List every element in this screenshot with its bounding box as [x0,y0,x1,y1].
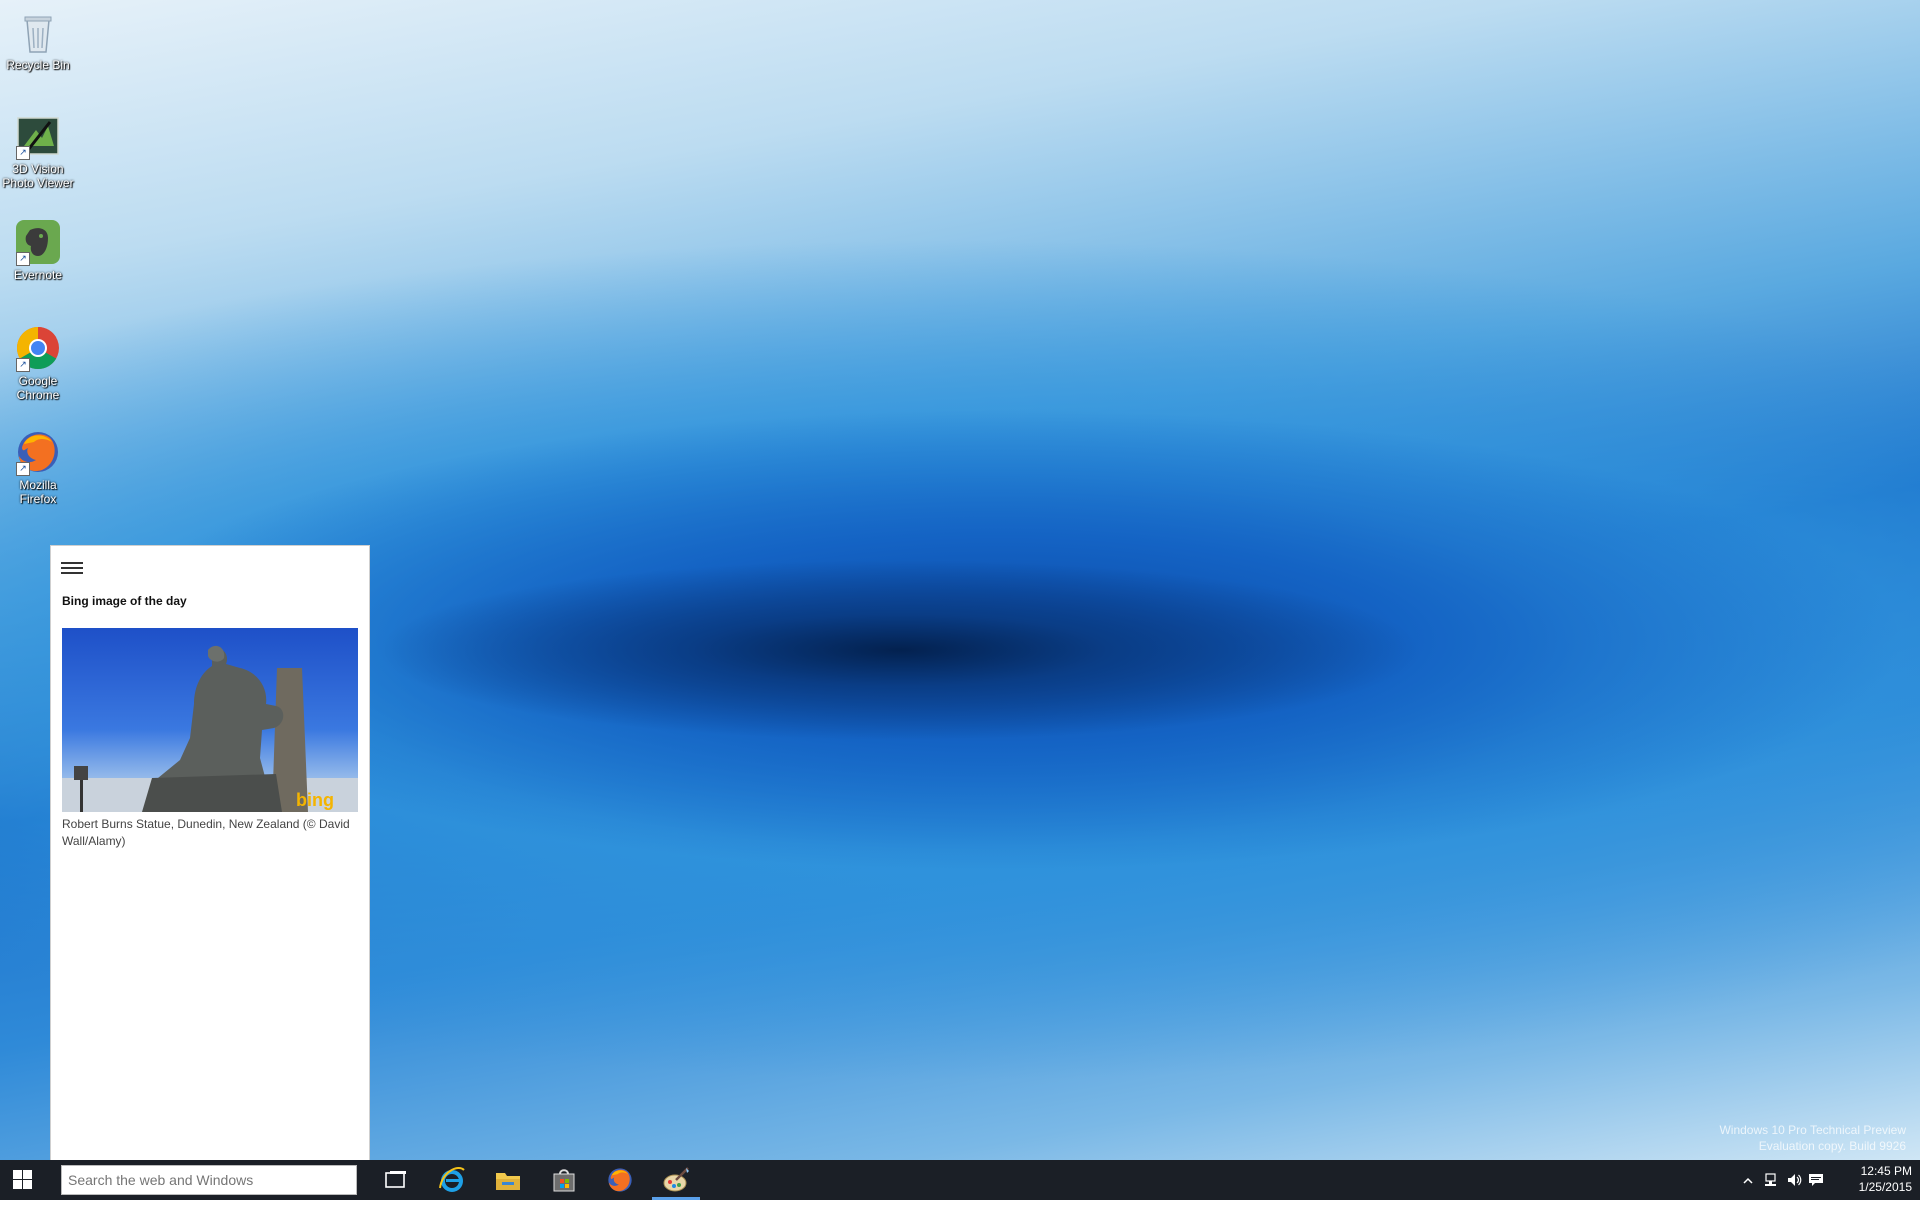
volume-button[interactable] [1786,1172,1802,1188]
show-hidden-icons-button[interactable] [1742,1174,1758,1190]
windows-build-watermark: Windows 10 Pro Technical Preview Evaluat… [1719,1122,1906,1154]
section-title: Bing image of the day [62,594,187,608]
clock-date: 1/25/2015 [1858,1180,1912,1194]
paint-icon [663,1167,689,1192]
file-explorer-icon [496,1173,520,1190]
desktop-icon-evernote[interactable]: ↗ Evernote [2,218,74,282]
shortcut-arrow-icon: ↗ [16,252,30,266]
chevron-up-icon [1743,1177,1753,1184]
desktop-icon-3d-vision[interactable]: ↗ 3D Vision Photo Viewer [2,112,74,190]
desktop-icon-label: Mozilla Firefox [19,478,57,506]
firefox-icon: ↗ [14,428,62,476]
desktop-icon-label: 3D Vision Photo Viewer [2,162,74,190]
search-input[interactable] [61,1165,357,1195]
store-button[interactable] [536,1160,592,1200]
system-tray: 12:45 PM 1/25/2015 [1740,1160,1920,1200]
bing-image-of-the-day[interactable]: bing [62,628,358,812]
task-view-icon [385,1171,406,1188]
shortcut-arrow-icon: ↗ [16,462,30,476]
evernote-icon: ↗ [14,218,62,266]
shortcut-arrow-icon: ↗ [16,146,30,160]
paint-button[interactable] [648,1160,704,1200]
watermark-line: Windows 10 Pro Technical Preview [1719,1123,1906,1137]
start-button[interactable] [0,1160,50,1200]
desktop-icon-label: Google Chrome [16,374,60,402]
action-center-button[interactable] [1808,1172,1824,1188]
desktop-icon-google-chrome[interactable]: ↗ Google Chrome [2,324,74,402]
task-view-button[interactable] [368,1160,424,1200]
clock[interactable]: 12:45 PM 1/25/2015 [1859,1163,1912,1195]
internet-explorer-icon [439,1167,465,1192]
desktop-icon-mozilla-firefox[interactable]: ↗ Mozilla Firefox [2,428,74,506]
desktop-icon-label: Recycle Bin [6,58,70,72]
recycle-bin-icon [14,8,62,56]
taskbar: 12:45 PM 1/25/2015 [0,1160,1920,1200]
clock-time: 12:45 PM [1860,1164,1912,1178]
firefox-taskbar-button[interactable] [592,1160,648,1200]
network-icon [1765,1173,1776,1186]
firefox-icon [608,1168,632,1192]
image-caption: Robert Burns Statue, Dunedin, New Zealan… [62,817,350,848]
bing-logo: bing [296,790,334,810]
windows-logo-icon [13,1170,32,1189]
file-explorer-button[interactable] [480,1160,536,1200]
watermark-line: Evaluation copy. Build 9926 [1758,1139,1906,1153]
network-button[interactable] [1764,1172,1780,1188]
hamburger-menu-icon[interactable] [61,560,83,576]
shortcut-arrow-icon: ↗ [16,358,30,372]
desktop-icon-label: Evernote [13,268,63,282]
cortana-panel: Bing image of the day bing Robert Burns … [50,545,370,1160]
desktop-wallpaper: Recycle Bin ↗ 3D Vision Photo Viewer ↗ E… [0,0,1920,1160]
internet-explorer-button[interactable] [424,1160,480,1200]
notification-icon [1809,1174,1823,1186]
speaker-icon [1788,1174,1802,1186]
store-icon [553,1169,575,1192]
3d-vision-icon: ↗ [14,112,62,160]
desktop-icon-recycle-bin[interactable]: Recycle Bin [2,8,74,72]
chrome-icon: ↗ [14,324,62,372]
